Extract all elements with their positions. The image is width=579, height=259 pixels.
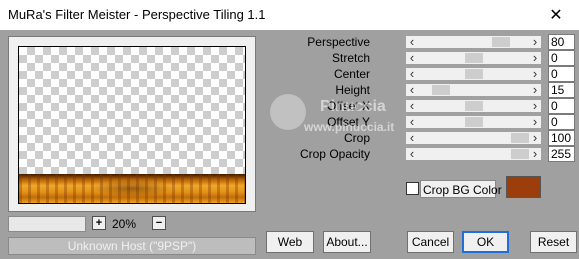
cancel-button[interactable]: Cancel xyxy=(407,231,454,253)
slider-thumb-height[interactable] xyxy=(432,85,450,95)
client-area: + 20% − Unknown Host ("9PSP") Perspectiv… xyxy=(0,30,579,259)
reset-button[interactable]: Reset xyxy=(530,231,577,253)
slider-value-center[interactable]: 0 xyxy=(548,66,575,82)
crop-bg-color-swatch[interactable] xyxy=(506,176,541,198)
slider-track-crop-opacity[interactable]: ‹ › xyxy=(406,146,541,161)
slider-value-offset-x[interactable]: 0 xyxy=(548,98,575,114)
slider-thumb-crop[interactable] xyxy=(511,133,529,143)
about-button[interactable]: About... xyxy=(323,231,371,253)
chevron-left-icon[interactable]: ‹ xyxy=(406,66,418,81)
slider-track-offset-y[interactable]: ‹ › xyxy=(406,114,541,129)
slider-thumb-perspective[interactable] xyxy=(492,37,510,47)
slider-label-perspective: Perspective xyxy=(307,35,370,49)
plugin-window: MuRa's Filter Meister - Perspective Tili… xyxy=(0,0,579,259)
watermark-logo xyxy=(270,94,306,130)
web-button[interactable]: Web xyxy=(266,231,314,253)
slider-track-center[interactable]: ‹ › xyxy=(406,66,541,81)
slider-row-center: Center ‹ › 0 xyxy=(270,66,575,82)
slider-row-perspective: Perspective ‹ › 80 xyxy=(270,34,575,50)
zoom-level: 20% xyxy=(112,217,137,231)
chevron-left-icon[interactable]: ‹ xyxy=(406,146,418,161)
slider-thumb-offset-y[interactable] xyxy=(465,117,483,127)
chevron-left-icon[interactable]: ‹ xyxy=(406,82,418,97)
slider-value-height[interactable]: 15 xyxy=(548,82,575,98)
preview-canvas[interactable] xyxy=(18,46,246,204)
slider-thumb-crop-opacity[interactable] xyxy=(511,149,529,159)
slider-track-stretch[interactable]: ‹ › xyxy=(406,50,541,65)
slider-value-perspective[interactable]: 80 xyxy=(548,34,575,50)
chevron-left-icon[interactable]: ‹ xyxy=(406,34,418,49)
slider-row-crop-opacity: Crop Opacity ‹ › 255 xyxy=(270,146,575,162)
slider-row-offset-x: Offset X ‹ › 0 xyxy=(270,98,575,114)
zoom-out-button[interactable]: − xyxy=(152,216,166,230)
chevron-right-icon[interactable]: › xyxy=(529,66,541,81)
slider-thumb-center[interactable] xyxy=(465,69,483,79)
chevron-right-icon[interactable]: › xyxy=(529,98,541,113)
chevron-left-icon[interactable]: ‹ xyxy=(406,130,418,145)
slider-label-center: Center xyxy=(333,67,370,81)
slider-value-crop[interactable]: 100 xyxy=(548,130,575,146)
slider-row-height: Height ‹ › 15 xyxy=(270,82,575,98)
slider-thumb-stretch[interactable] xyxy=(465,53,483,63)
slider-label-offset-y: Offset Y xyxy=(327,115,370,129)
chevron-right-icon[interactable]: › xyxy=(529,114,541,129)
slider-track-perspective[interactable]: ‹ › xyxy=(406,34,541,49)
zoom-in-button[interactable]: + xyxy=(92,216,106,230)
slider-thumb-offset-x[interactable] xyxy=(465,101,483,111)
slider-value-stretch[interactable]: 0 xyxy=(548,50,575,66)
chevron-right-icon[interactable]: › xyxy=(529,34,541,49)
slider-track-height[interactable]: ‹ › xyxy=(406,82,541,97)
slider-row-stretch: Stretch ‹ › 0 xyxy=(270,50,575,66)
status-bar: Unknown Host ("9PSP") xyxy=(8,237,256,255)
slider-label-offset-x: Offset X xyxy=(326,99,370,113)
preview-frame xyxy=(8,36,256,212)
crop-bg-label: Crop BG Color xyxy=(423,183,502,197)
ok-button[interactable]: OK xyxy=(462,231,509,253)
close-icon: ✕ xyxy=(549,7,563,24)
slider-track-offset-x[interactable]: ‹ › xyxy=(406,98,541,113)
slider-label-crop: Crop xyxy=(343,131,370,145)
slider-track-crop[interactable]: ‹ › xyxy=(406,130,541,145)
slider-label-height: Height xyxy=(335,83,370,97)
crop-bg-label-box[interactable]: Crop BG Color xyxy=(420,180,502,198)
slider-label-crop-opacity: Crop Opacity xyxy=(299,147,370,161)
chevron-left-icon[interactable]: ‹ xyxy=(406,98,418,113)
chevron-left-icon[interactable]: ‹ xyxy=(406,50,418,65)
chevron-right-icon[interactable]: › xyxy=(529,82,541,97)
chevron-right-icon[interactable]: › xyxy=(529,146,541,161)
slider-label-stretch: Stretch xyxy=(331,51,370,65)
slider-row-offset-y: Offset Y ‹ › 0 xyxy=(270,114,575,130)
slider-value-crop-opacity[interactable]: 255 xyxy=(548,146,575,162)
perspective-floor-image xyxy=(19,174,245,203)
slider-value-offset-y[interactable]: 0 xyxy=(548,114,575,130)
chevron-right-icon[interactable]: › xyxy=(529,50,541,65)
window-title: MuRa's Filter Meister - Perspective Tili… xyxy=(8,7,266,22)
slider-row-crop: Crop ‹ › 100 xyxy=(270,130,575,146)
chevron-right-icon[interactable]: › xyxy=(529,130,541,145)
chevron-left-icon[interactable]: ‹ xyxy=(406,114,418,129)
zoom-field xyxy=(8,216,86,232)
crop-bg-checkbox[interactable] xyxy=(406,182,419,195)
title-bar: MuRa's Filter Meister - Perspective Tili… xyxy=(0,0,579,30)
close-button[interactable]: ✕ xyxy=(533,0,579,30)
